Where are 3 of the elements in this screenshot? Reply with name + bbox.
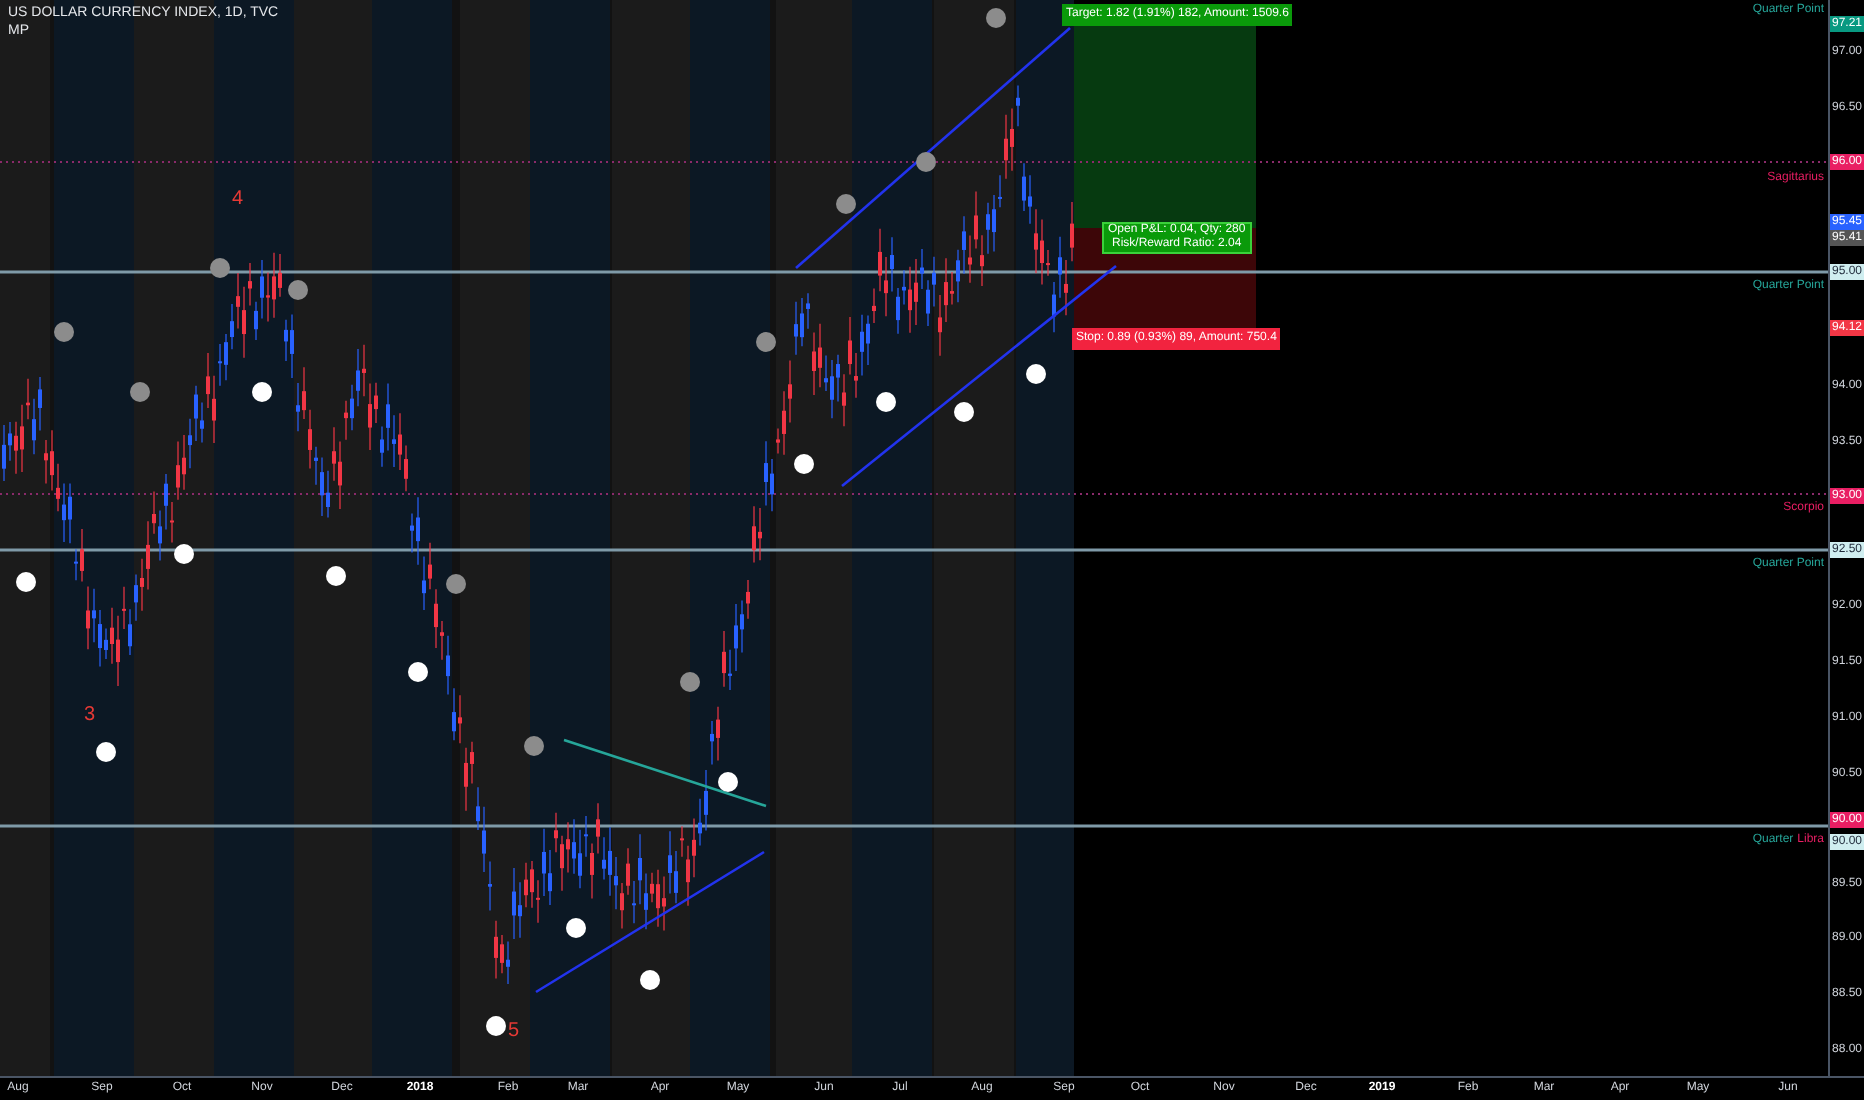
- wave-label: 3: [84, 706, 96, 726]
- wave-label: 5: [508, 1022, 520, 1042]
- wave-label: 4: [232, 190, 244, 210]
